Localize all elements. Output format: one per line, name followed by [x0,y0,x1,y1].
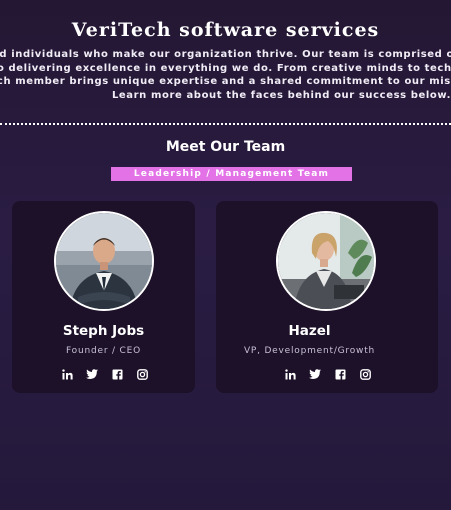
intro-line: Learn more about the faces behind our su… [111,89,451,101]
avatar-photo [278,213,374,309]
section-title: Meet Our Team [165,139,286,155]
page-title: VeriTech software services [71,19,380,41]
team-member-card: Hazel VP, Development/Growth [216,201,438,393]
member-name: Hazel [288,323,331,339]
instagram-icon[interactable] [136,368,148,380]
twitter-icon[interactable] [86,368,98,380]
member-name: Steph Jobs [62,323,145,339]
facebook-icon[interactable] [111,368,123,380]
avatar-photo [56,213,152,309]
dotted-divider [0,123,451,125]
social-links [61,368,148,380]
instagram-icon[interactable] [359,368,371,380]
intro-line: ach member brings unique expertise and a… [0,76,451,87]
member-role: VP, Development/Growth [243,346,376,356]
intro-line: to delivering excellence in everything w… [0,62,451,74]
twitter-icon[interactable] [309,368,321,380]
linkedin-icon[interactable] [284,368,296,380]
team-member-card: Steph Jobs Founder / CEO [12,201,195,393]
linkedin-icon[interactable] [61,368,73,380]
intro-text: ed individuals who make our organization… [0,48,451,102]
avatar [54,211,154,311]
facebook-icon[interactable] [334,368,346,380]
intro-line: ed individuals who make our organization… [0,49,451,60]
member-role: Founder / CEO [66,346,141,356]
avatar [276,211,376,311]
social-links [284,368,371,380]
team-category-badge: Leadership / Management Team [111,167,352,181]
